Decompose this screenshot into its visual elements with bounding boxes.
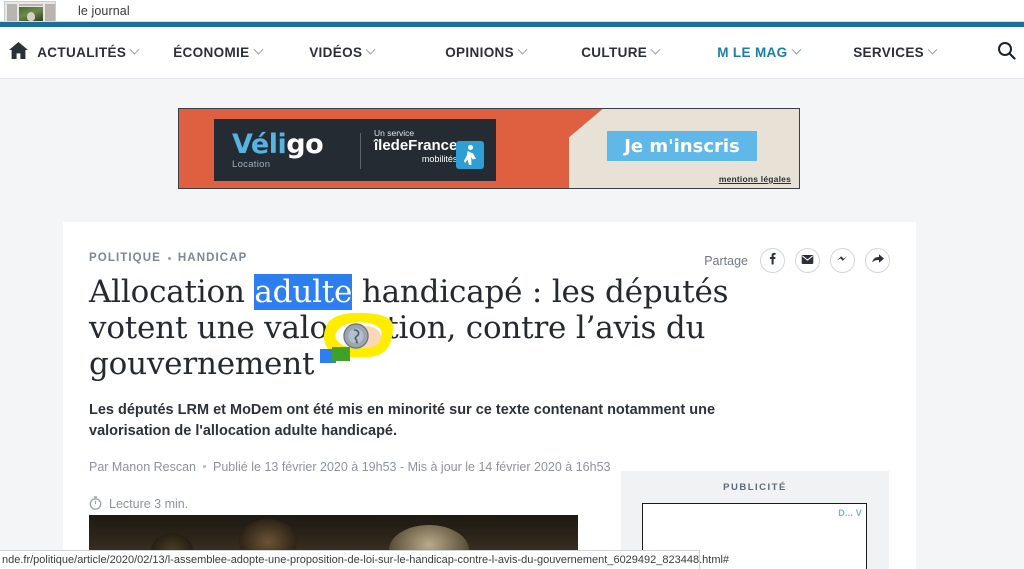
nav-item-actualites[interactable]: ACTUALITÉS xyxy=(37,44,173,60)
email-icon xyxy=(801,252,814,270)
share-email-button[interactable] xyxy=(795,248,820,273)
chevron-down-icon xyxy=(791,44,801,55)
veligo-logo-subtitle: Location xyxy=(232,158,271,170)
article-publish-date: Publié le 13 février 2020 à 19h53 - Mis … xyxy=(213,459,611,474)
share-arrow-icon xyxy=(871,252,885,270)
headline-selected-text[interactable]: adulte xyxy=(254,274,352,310)
ad-divider xyxy=(360,133,361,169)
ad-logo-panel: Véligo Location Un service îledeFrance m… xyxy=(214,119,496,181)
browser-tab-strip: le journal xyxy=(0,0,1024,22)
facebook-icon xyxy=(766,252,779,270)
share-bar: Partage xyxy=(704,248,890,273)
status-url-text: nde.fr/politique/article/2020/02/13/l-as… xyxy=(2,554,730,566)
ad-legal-link[interactable]: mentions légales xyxy=(719,174,791,184)
headline-text-before: Allocation xyxy=(89,274,255,310)
share-messenger-button[interactable] xyxy=(830,248,855,273)
chevron-down-icon xyxy=(365,44,376,55)
article-standfirst: Les députés LRM et MoDem ont été mis en … xyxy=(89,401,716,439)
share-label: Partage xyxy=(704,253,748,268)
nav-item-label: VIDÉOS xyxy=(309,45,363,60)
veligo-logo-part-2: go xyxy=(286,128,324,160)
idf-operator-name: îledeFrance xyxy=(374,136,458,154)
home-icon xyxy=(8,41,29,65)
idf-mobilites-logo: Un service îledeFrance mobilités xyxy=(374,129,457,164)
stopwatch-icon xyxy=(89,496,102,513)
ad-signup-button[interactable]: Je m'inscris xyxy=(607,131,757,161)
breadcrumb-item-politique[interactable]: POLITIQUE xyxy=(89,252,161,264)
tab-thumbnail[interactable] xyxy=(4,0,56,22)
byline-separator-dot xyxy=(203,465,207,469)
browser-status-bar: nde.fr/politique/article/2020/02/13/l-as… xyxy=(0,550,729,569)
nav-item-services[interactable]: SERVICES xyxy=(853,44,989,60)
page-body: Véligo Location Un service îledeFrance m… xyxy=(0,79,1024,569)
chevron-down-icon xyxy=(253,44,263,55)
breadcrumb-separator-dot xyxy=(167,256,171,260)
nav-item-list: ACTUALITÉS ÉCONOMIE VIDÉOS OPINIONS CULT… xyxy=(37,44,989,60)
nav-item-m-le-mag[interactable]: M LE MAG xyxy=(717,44,853,60)
chevron-down-icon xyxy=(650,44,661,55)
nav-item-label: CULTURE xyxy=(581,45,648,60)
veligo-logo: Véligo Location xyxy=(214,128,324,170)
breadcrumb-item-handicap[interactable]: HANDICAP xyxy=(178,252,248,264)
idf-operator-subtitle: mobilités xyxy=(421,153,458,164)
article-author[interactable]: Par Manon Rescan xyxy=(89,460,196,474)
nav-search-button[interactable] xyxy=(989,41,1024,65)
nav-item-label: ÉCONOMIE xyxy=(173,45,250,60)
browser-window: le journal ACTUALITÉS ÉCONOMIE VIDÉOS OP… xyxy=(0,0,1024,569)
messenger-icon xyxy=(836,252,850,270)
nav-item-label: SERVICES xyxy=(853,45,925,60)
idf-runner-icon xyxy=(456,141,484,169)
advertisement-label: PUBLICITÉ xyxy=(723,482,787,493)
nav-home-button[interactable] xyxy=(0,41,37,65)
share-more-button[interactable] xyxy=(865,248,890,273)
veligo-logo-part-1: Véli xyxy=(232,128,287,160)
nav-item-opinions[interactable]: OPINIONS xyxy=(445,44,581,60)
main-navigation: ACTUALITÉS ÉCONOMIE VIDÉOS OPINIONS CULT… xyxy=(0,27,1024,79)
top-banner-ad[interactable]: Véligo Location Un service îledeFrance m… xyxy=(178,108,800,189)
read-time-label: Lecture 3 min. xyxy=(109,497,189,512)
nav-item-economie[interactable]: ÉCONOMIE xyxy=(173,44,309,60)
nav-item-videos[interactable]: VIDÉOS xyxy=(309,44,445,60)
nav-item-culture[interactable]: CULTURE xyxy=(581,44,717,60)
chevron-down-icon xyxy=(517,44,528,55)
tab-title[interactable]: le journal xyxy=(78,4,130,18)
page-title: Allocation adulte handicapé : les député… xyxy=(89,274,729,383)
nav-item-label: M LE MAG xyxy=(717,45,788,60)
chevron-down-icon xyxy=(129,44,140,55)
search-icon xyxy=(997,41,1016,65)
share-facebook-button[interactable] xyxy=(760,248,785,273)
advertisement-provider-tag: D... V xyxy=(838,508,862,518)
nav-item-label: ACTUALITÉS xyxy=(37,45,127,60)
chevron-down-icon xyxy=(927,44,938,55)
nav-item-label: OPINIONS xyxy=(445,45,515,60)
